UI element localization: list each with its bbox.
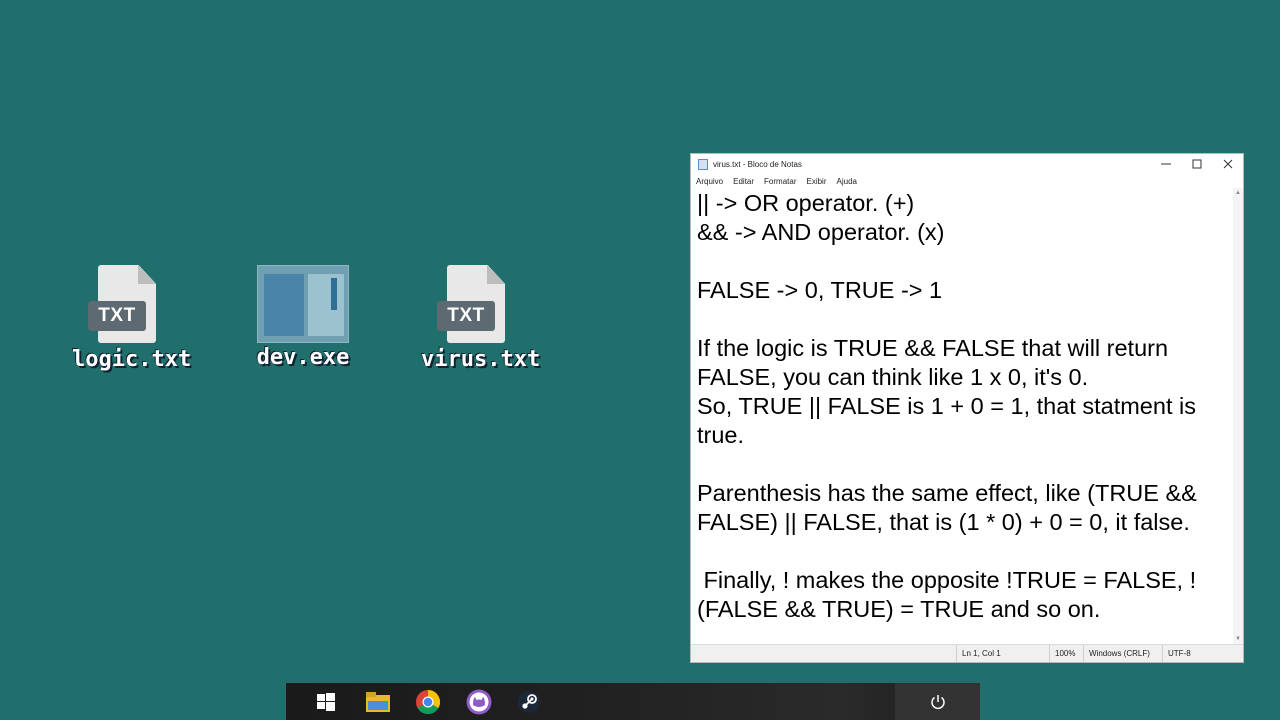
menu-formatar[interactable]: Formatar — [764, 177, 796, 186]
notepad-window[interactable]: virus.txt - Bloco de Notas Arquivo Edita… — [690, 153, 1244, 663]
desktop-icon-dev-exe[interactable]: dev.exe — [248, 265, 358, 370]
chrome-icon — [416, 690, 440, 714]
menu-editar[interactable]: Editar — [733, 177, 754, 186]
taskbar-chrome[interactable] — [415, 689, 441, 715]
window-title: virus.txt - Bloco de Notas — [713, 159, 802, 169]
cursor-position: Ln 1, Col 1 — [956, 645, 1047, 662]
taskbar-file-explorer[interactable] — [365, 689, 391, 715]
taskbar — [286, 683, 980, 720]
taskbar-steam[interactable] — [516, 689, 542, 715]
encoding: UTF-8 — [1162, 645, 1228, 662]
start-button[interactable] — [313, 689, 339, 715]
power-icon — [930, 694, 945, 709]
notepad-app-icon — [698, 158, 708, 170]
line-ending: Windows (CRLF) — [1083, 645, 1159, 662]
windows-start-icon — [317, 693, 335, 711]
text-editor-area[interactable]: || -> OR operator. (+) && -> AND operato… — [697, 189, 1231, 644]
desktop-icon-virus-txt[interactable]: TXT virus.txt — [421, 265, 541, 372]
menu-ajuda[interactable]: Ajuda — [837, 177, 857, 186]
steam-icon — [518, 691, 540, 713]
menu-exibir[interactable]: Exibir — [806, 177, 826, 186]
menu-bar: Arquivo Editar Formatar Exibir Ajuda — [691, 174, 1243, 188]
close-button[interactable] — [1212, 154, 1243, 174]
power-button[interactable] — [895, 683, 980, 720]
vertical-scrollbar[interactable]: ▲ ▼ — [1233, 188, 1243, 644]
minimize-icon — [1160, 163, 1171, 165]
scroll-up-icon[interactable]: ▲ — [1233, 188, 1243, 198]
menu-arquivo[interactable]: Arquivo — [696, 177, 723, 186]
txt-badge: TXT — [88, 301, 146, 331]
text-file-icon: TXT — [88, 265, 156, 343]
maximize-icon — [1192, 159, 1201, 169]
taskbar-cat-app[interactable] — [466, 689, 492, 715]
desktop-icon-label: virus.txt — [421, 347, 541, 372]
cat-app-icon — [466, 689, 492, 715]
application-window-icon — [257, 265, 349, 343]
minimize-button[interactable] — [1150, 154, 1181, 174]
scroll-down-icon[interactable]: ▼ — [1233, 634, 1243, 644]
title-bar[interactable]: virus.txt - Bloco de Notas — [691, 154, 1243, 174]
txt-badge: TXT — [437, 301, 495, 331]
desktop-icon-label: dev.exe — [256, 345, 350, 370]
desktop-icon-label: logic.txt — [72, 347, 192, 372]
status-bar: Ln 1, Col 1 100% Windows (CRLF) UTF-8 — [691, 644, 1243, 662]
file-explorer-icon — [366, 692, 390, 712]
desktop-icon-logic-txt[interactable]: TXT logic.txt — [72, 265, 192, 372]
close-icon — [1223, 159, 1232, 169]
maximize-button[interactable] — [1181, 154, 1212, 174]
text-file-icon: TXT — [437, 265, 505, 343]
